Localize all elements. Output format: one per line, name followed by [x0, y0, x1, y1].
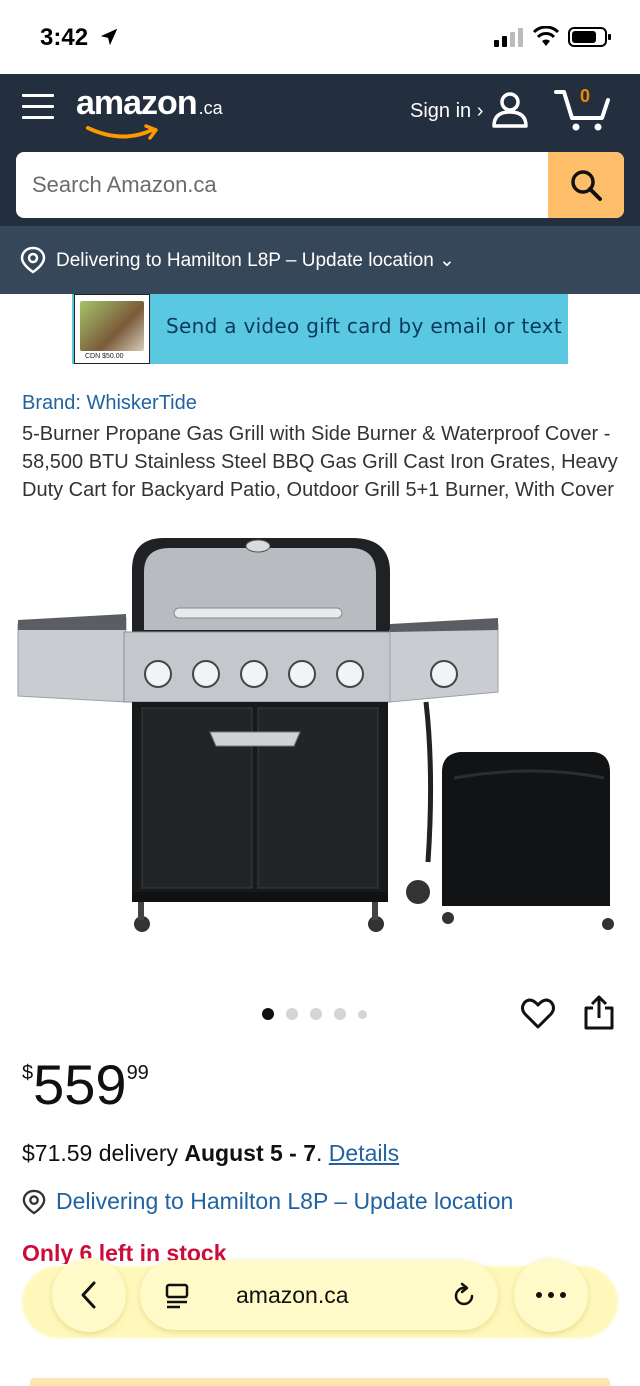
- gift-card-banner[interactable]: CDN $50.00 Send a video gift card by ema…: [72, 294, 568, 364]
- search-icon: [571, 170, 602, 201]
- status-time: 3:42: [40, 24, 89, 51]
- share-icon[interactable]: [582, 994, 616, 1032]
- gift-card-amount: CDN $50.00: [85, 353, 124, 360]
- brand-link[interactable]: Brand: WhiskerTide: [22, 392, 197, 415]
- delivery-location-text: Delivering to Hamilton L8P – Update loca…: [56, 249, 455, 271]
- battery-icon: [568, 27, 611, 47]
- details-link[interactable]: Details: [329, 1140, 399, 1166]
- wifi-icon: [532, 26, 560, 46]
- more-dot: [536, 1292, 542, 1298]
- sign-in-link[interactable]: Sign in ›: [410, 100, 483, 123]
- delivery-info: $71.59 delivery August 5 - 7. Details: [22, 1140, 399, 1167]
- gift-card-photo: [80, 301, 144, 351]
- cart-count: 0: [580, 86, 591, 106]
- chevron-left-icon: [81, 1281, 96, 1309]
- browser-toolbar: amazon.ca: [22, 1258, 618, 1342]
- banner-text: Send a video gift card by email or text: [166, 314, 563, 338]
- delivery-period: .: [316, 1140, 329, 1166]
- product-price: $55999: [22, 1052, 149, 1117]
- price-whole: 559: [33, 1053, 127, 1116]
- carousel-dot[interactable]: [334, 1008, 346, 1020]
- carousel-dot[interactable]: [286, 1008, 298, 1020]
- menu-icon[interactable]: [22, 94, 54, 126]
- status-bar: 3:42: [0, 0, 640, 74]
- signal-icon: [494, 28, 523, 47]
- delivering-to-link[interactable]: Delivering to Hamilton L8P – Update loca…: [22, 1188, 513, 1215]
- user-icon[interactable]: [490, 90, 530, 130]
- url-text: amazon.ca: [236, 1282, 349, 1308]
- delivery-location-bar[interactable]: Delivering to Hamilton L8P – Update loca…: [0, 226, 640, 294]
- more-button[interactable]: [514, 1258, 588, 1332]
- search-bar: [16, 152, 624, 218]
- search-input[interactable]: [16, 152, 546, 218]
- location-pin-icon: [22, 1189, 46, 1214]
- product-image[interactable]: [14, 532, 626, 952]
- product-title: 5-Burner Propane Gas Grill with Side Bur…: [22, 423, 618, 501]
- logo-text: amazon: [76, 84, 198, 122]
- carousel-dot[interactable]: [262, 1008, 274, 1020]
- address-bar[interactable]: amazon.ca: [140, 1260, 498, 1330]
- search-button[interactable]: [548, 152, 624, 218]
- amazon-logo[interactable]: amazon .ca: [76, 84, 223, 123]
- carousel-dot[interactable]: [358, 1009, 367, 1019]
- delivery-dates: August 5 - 7: [184, 1140, 317, 1166]
- more-dot: [548, 1292, 554, 1298]
- image-carousel-dots[interactable]: [262, 1008, 367, 1020]
- amazon-header: amazon.ca Sign in › 0 Delivering to Hami…: [0, 74, 640, 294]
- reload-icon[interactable]: [450, 1282, 478, 1310]
- back-button[interactable]: [52, 1258, 126, 1332]
- price-symbol: $: [22, 1062, 34, 1084]
- page-menu-icon[interactable]: [164, 1282, 190, 1310]
- location-arrow-icon: [100, 28, 118, 46]
- carousel-dot[interactable]: [310, 1008, 322, 1020]
- status-indicators: [494, 26, 612, 48]
- bottom-strip: [30, 1378, 610, 1386]
- more-dot: [560, 1292, 566, 1298]
- price-fraction: 99: [126, 1062, 149, 1084]
- heart-icon[interactable]: [520, 996, 556, 1032]
- delivery-fee: $71.59 delivery: [22, 1140, 185, 1166]
- location-pin-icon: [20, 246, 46, 274]
- delivering-to-text: Delivering to Hamilton L8P – Update loca…: [56, 1188, 514, 1214]
- logo-smile-icon: [86, 124, 158, 140]
- gift-card-image: CDN $50.00: [74, 294, 150, 364]
- logo-tld: .ca: [198, 98, 223, 118]
